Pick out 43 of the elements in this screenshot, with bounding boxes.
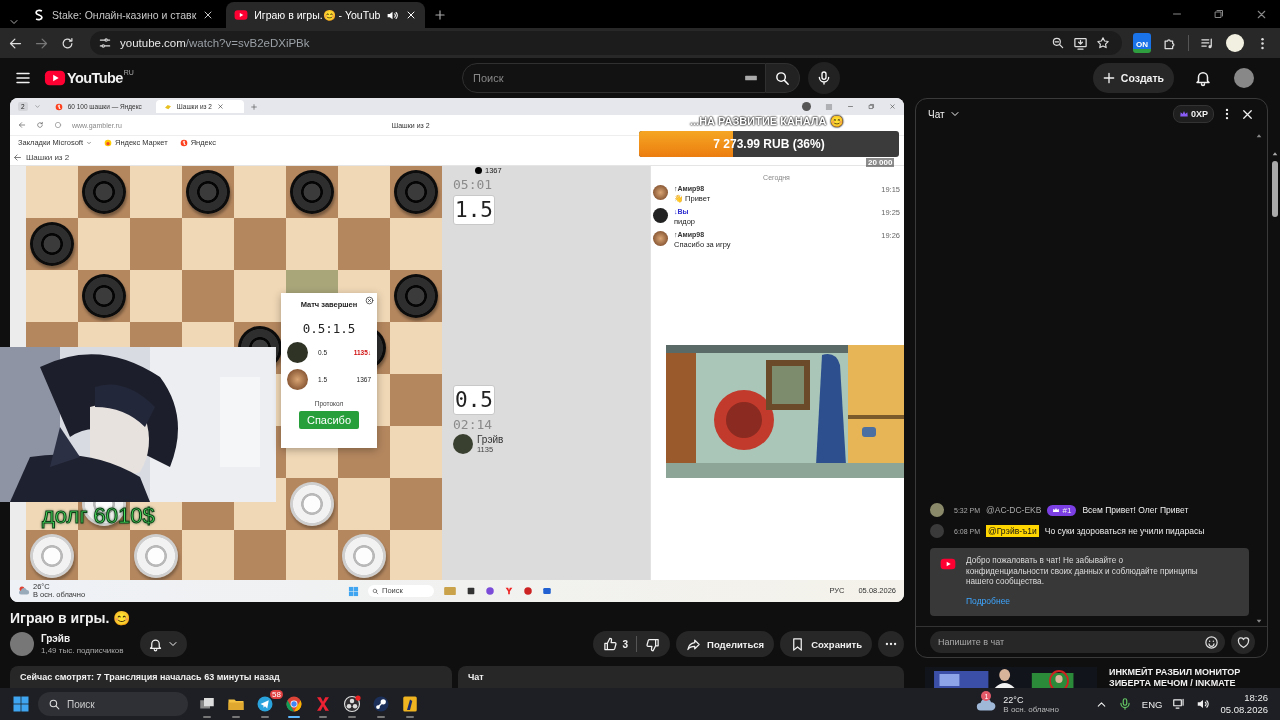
score-box: 0.5 [453, 385, 495, 415]
save-button[interactable]: Сохранить [780, 631, 872, 657]
goal-amount: 20 000 [866, 158, 895, 167]
notice-text: Добро пожаловать в чат! Не забывайте о конфиденциальности своих данных и соблюдайте принципы нашего сообщества. [966, 556, 1199, 588]
create-button[interactable]: Создать [1092, 63, 1174, 93]
message-text: Всем Привет! Олег Привет [1082, 505, 1189, 516]
player-name: Грэйв [477, 434, 504, 445]
message-author[interactable]: @AC-DC-EKB [986, 505, 1042, 516]
clock-time[interactable]: 18:26 [1220, 692, 1268, 704]
address-bar[interactable]: youtube.com/watch?v=svB2eDXiPBk [90, 31, 1122, 55]
rank-label: #1 [1062, 505, 1072, 515]
message-author[interactable]: @Грэйв-ъ1и [986, 525, 1039, 538]
chat-mode-dropdown[interactable]: Чат [928, 108, 961, 120]
browser-tab[interactable]: Играю в игры.😊 - YouTub [226, 2, 426, 28]
browser-tab[interactable]: Stake: Онлайн-казино и ставк [24, 2, 223, 28]
search-field[interactable]: Поиск [38, 692, 188, 716]
score-box: 1.5 [453, 195, 495, 225]
url-text: youtube.com/watch?v=svB2eDXiPBk [120, 37, 311, 49]
match-score: 0.5:1.5 [302, 321, 356, 336]
timer: 05:01 [453, 177, 494, 192]
message-text: Чо суки здороваться не учили пидарасы [1044, 526, 1205, 537]
weather-summary: В осн. облачно [1003, 704, 1059, 714]
video-title: Играю в игры. 😊 [10, 610, 132, 626]
unread-badge: 58 [270, 690, 283, 699]
xp-count: 0XP [1191, 109, 1208, 119]
clock-date[interactable]: 05.08.2026 [1220, 704, 1268, 716]
page-heading: Шашки из 2 [26, 152, 70, 162]
donation-goal-title: ...НА РАЗВИТИЕ КАНАЛА 😊 [690, 115, 844, 128]
video-title[interactable]: ИНКМЕЙТ РАЗБИЛ МОНИТОР ЗИБЕРТА МЕЧОМ / INKMATE [1109, 667, 1267, 688]
chat-input-field[interactable]: Напишите в чат [930, 631, 1225, 653]
chat-section: Чат [458, 666, 904, 688]
description-box[interactable]: Сейчас смотрят: 7 Трансляция началась 63 минуты назад [10, 666, 452, 688]
like-button[interactable]: 3 [602, 636, 629, 652]
share-button[interactable]: Поделиться [676, 631, 775, 657]
channel-name[interactable]: Грэйв [41, 633, 124, 644]
subscriber-count: 1,49 тыс. подписчиков [41, 646, 124, 655]
timer: 02:14 [453, 417, 494, 432]
extension-icon[interactable]: ON [1133, 33, 1151, 53]
temperature: 22°C [1003, 694, 1025, 705]
learn-more-link[interactable]: Подробнее [966, 596, 1011, 606]
language-indicator[interactable]: ENG [1141, 698, 1163, 710]
search-field[interactable]: Поиск [462, 63, 766, 93]
logo-text: YouTube [67, 70, 123, 86]
